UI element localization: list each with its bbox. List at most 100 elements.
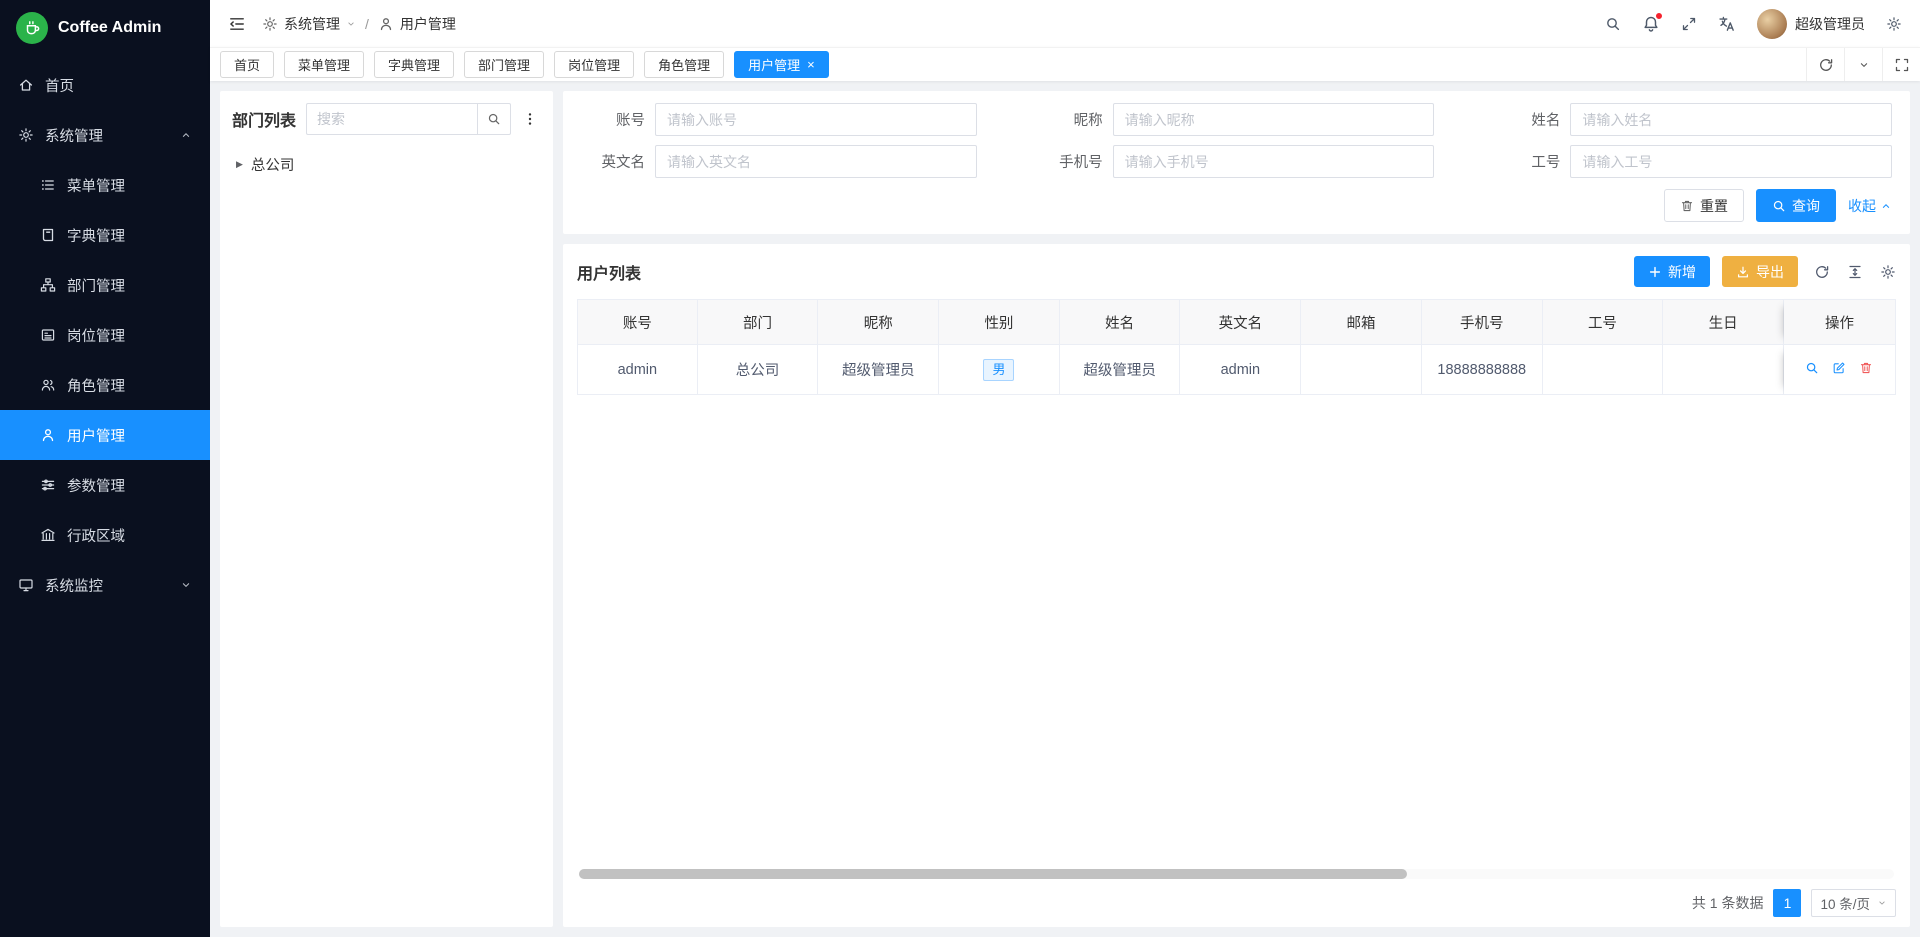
avatar xyxy=(1757,9,1787,39)
department-panel-title: 部门列表 xyxy=(232,107,296,131)
filter-form: 账号 昵称 姓名 英文名 xyxy=(563,91,1910,234)
tab-department-management[interactable]: 部门管理 xyxy=(464,51,544,78)
delete-row-button[interactable] xyxy=(1859,361,1873,379)
cell-department: 总公司 xyxy=(698,345,819,395)
monitor-icon xyxy=(18,577,34,593)
sidebar-item-dictionary-management[interactable]: 字典管理 xyxy=(0,210,210,260)
sidebar: Coffee Admin 首页 系统管理 菜单管理 字典管理 部门 xyxy=(0,0,210,937)
column-header: 手机号 xyxy=(1422,299,1543,345)
tab-home[interactable]: 首页 xyxy=(220,51,274,78)
department-panel: 部门列表 ▶ 总公司 xyxy=(220,91,553,927)
settings-button[interactable] xyxy=(1886,16,1902,32)
table-settings-button[interactable] xyxy=(1880,264,1896,280)
sidebar-item-system-management[interactable]: 系统管理 xyxy=(0,110,210,160)
language-button[interactable] xyxy=(1718,15,1736,33)
column-header: 昵称 xyxy=(818,299,939,345)
department-tree: ▶ 总公司 xyxy=(232,149,541,179)
notification-dot xyxy=(1655,12,1663,20)
download-icon xyxy=(1736,265,1750,279)
row-height-button[interactable] xyxy=(1847,264,1863,280)
table-toolbar xyxy=(1814,264,1896,280)
expand-corners-icon xyxy=(1894,57,1910,73)
edit-row-button[interactable] xyxy=(1832,361,1846,379)
table-row[interactable]: admin 总公司 超级管理员 男 超级管理员 admin 1888888888… xyxy=(577,345,1896,395)
home-icon xyxy=(18,77,34,93)
sidebar-item-department-management[interactable]: 部门管理 xyxy=(0,260,210,310)
params-icon xyxy=(40,477,56,493)
tab-dictionary-management[interactable]: 字典管理 xyxy=(374,51,454,78)
caret-right-icon[interactable]: ▶ xyxy=(236,159,243,170)
breadcrumb-item-system-management[interactable]: 系统管理 xyxy=(262,14,356,34)
sidebar-item-menu-management[interactable]: 菜单管理 xyxy=(0,160,210,210)
sidebar-item-post-management[interactable]: 岗位管理 xyxy=(0,310,210,360)
notifications-button[interactable] xyxy=(1642,15,1660,33)
cell-email xyxy=(1301,345,1422,395)
cell-nickname: 超级管理员 xyxy=(818,345,939,395)
export-button[interactable]: 导出 xyxy=(1722,256,1798,287)
user-icon xyxy=(378,16,394,32)
work-no-input[interactable] xyxy=(1570,145,1892,178)
sidebar-item-system-monitor[interactable]: 系统监控 xyxy=(0,560,210,610)
english-name-input[interactable] xyxy=(655,145,977,178)
cell-english-name: admin xyxy=(1180,345,1301,395)
coffee-logo-icon xyxy=(16,12,48,44)
view-row-button[interactable] xyxy=(1805,361,1819,379)
chevron-down-icon xyxy=(180,579,192,591)
content-area: 部门列表 ▶ 总公司 xyxy=(210,81,1920,937)
tab-menu-dropdown[interactable] xyxy=(1844,48,1882,81)
topbar-actions: 超级管理员 xyxy=(1605,9,1902,39)
sidebar-item-region[interactable]: 行政区域 xyxy=(0,510,210,560)
gender-tag: 男 xyxy=(983,359,1014,381)
tab-list: 首页 菜单管理 字典管理 部门管理 岗位管理 角色管理 用户管理 × xyxy=(220,51,1806,78)
collapse-filter-link[interactable]: 收起 xyxy=(1848,196,1892,216)
query-button[interactable]: 查询 xyxy=(1756,189,1836,222)
name-input[interactable] xyxy=(1570,103,1892,136)
sidebar-item-params-management[interactable]: 参数管理 xyxy=(0,460,210,510)
filter-field-work-no: 工号 xyxy=(1490,145,1892,178)
sidebar-collapse-button[interactable] xyxy=(228,15,246,33)
nickname-input[interactable] xyxy=(1113,103,1435,136)
tree-node-head-office[interactable]: ▶ 总公司 xyxy=(232,149,541,179)
global-search-button[interactable] xyxy=(1605,16,1621,32)
page-1-button[interactable]: 1 xyxy=(1773,889,1801,917)
sidebar-item-role-management[interactable]: 角色管理 xyxy=(0,360,210,410)
tab-menu-management[interactable]: 菜单管理 xyxy=(284,51,364,78)
row-operations xyxy=(1805,361,1873,379)
table-refresh-button[interactable] xyxy=(1814,264,1830,280)
department-search-input[interactable] xyxy=(306,103,477,135)
add-user-button[interactable]: 新增 xyxy=(1634,256,1710,287)
content-fullscreen-button[interactable] xyxy=(1882,48,1920,81)
trash-icon xyxy=(1859,361,1873,375)
chevron-down-icon xyxy=(346,19,356,29)
close-icon[interactable]: × xyxy=(807,58,815,71)
tab-post-management[interactable]: 岗位管理 xyxy=(554,51,634,78)
column-header: 部门 xyxy=(698,299,819,345)
tab-role-management[interactable]: 角色管理 xyxy=(644,51,724,78)
user-list-title: 用户列表 xyxy=(577,260,1634,284)
app-logo[interactable]: Coffee Admin xyxy=(0,0,210,56)
reset-button[interactable]: 重置 xyxy=(1664,189,1744,222)
dictionary-icon xyxy=(40,227,56,243)
department-search-button[interactable] xyxy=(477,103,511,135)
sidebar-item-user-management[interactable]: 用户管理 xyxy=(0,410,210,460)
gear-icon xyxy=(1886,16,1902,32)
department-more-button[interactable] xyxy=(519,111,541,127)
cell-account: admin xyxy=(577,345,698,395)
fullscreen-button[interactable] xyxy=(1681,16,1697,32)
user-menu[interactable]: 超级管理员 xyxy=(1757,9,1865,39)
app-root: Coffee Admin 首页 系统管理 菜单管理 字典管理 部门 xyxy=(0,0,1920,937)
account-input[interactable] xyxy=(655,103,977,136)
cell-birthday xyxy=(1663,345,1784,395)
horizontal-scrollbar-thumb[interactable] xyxy=(579,869,1407,879)
breadcrumb-item-user-management[interactable]: 用户管理 xyxy=(378,14,456,34)
tab-refresh-button[interactable] xyxy=(1806,48,1844,81)
tab-user-management[interactable]: 用户管理 × xyxy=(734,51,829,78)
sidebar-item-home[interactable]: 首页 xyxy=(0,60,210,110)
column-header-operations: 操作 xyxy=(1784,299,1896,345)
phone-input[interactable] xyxy=(1113,145,1435,178)
user-table: 账号 部门 昵称 性别 姓名 英文名 邮箱 手机号 工号 生日 操作 xyxy=(577,299,1896,395)
cell-gender: 男 xyxy=(939,345,1060,395)
page-size-select[interactable]: 10 条/页 xyxy=(1811,889,1896,917)
topbar: 系统管理 / 用户管理 超级管理员 xyxy=(210,0,1920,47)
filter-field-nickname: 昵称 xyxy=(1033,103,1435,136)
